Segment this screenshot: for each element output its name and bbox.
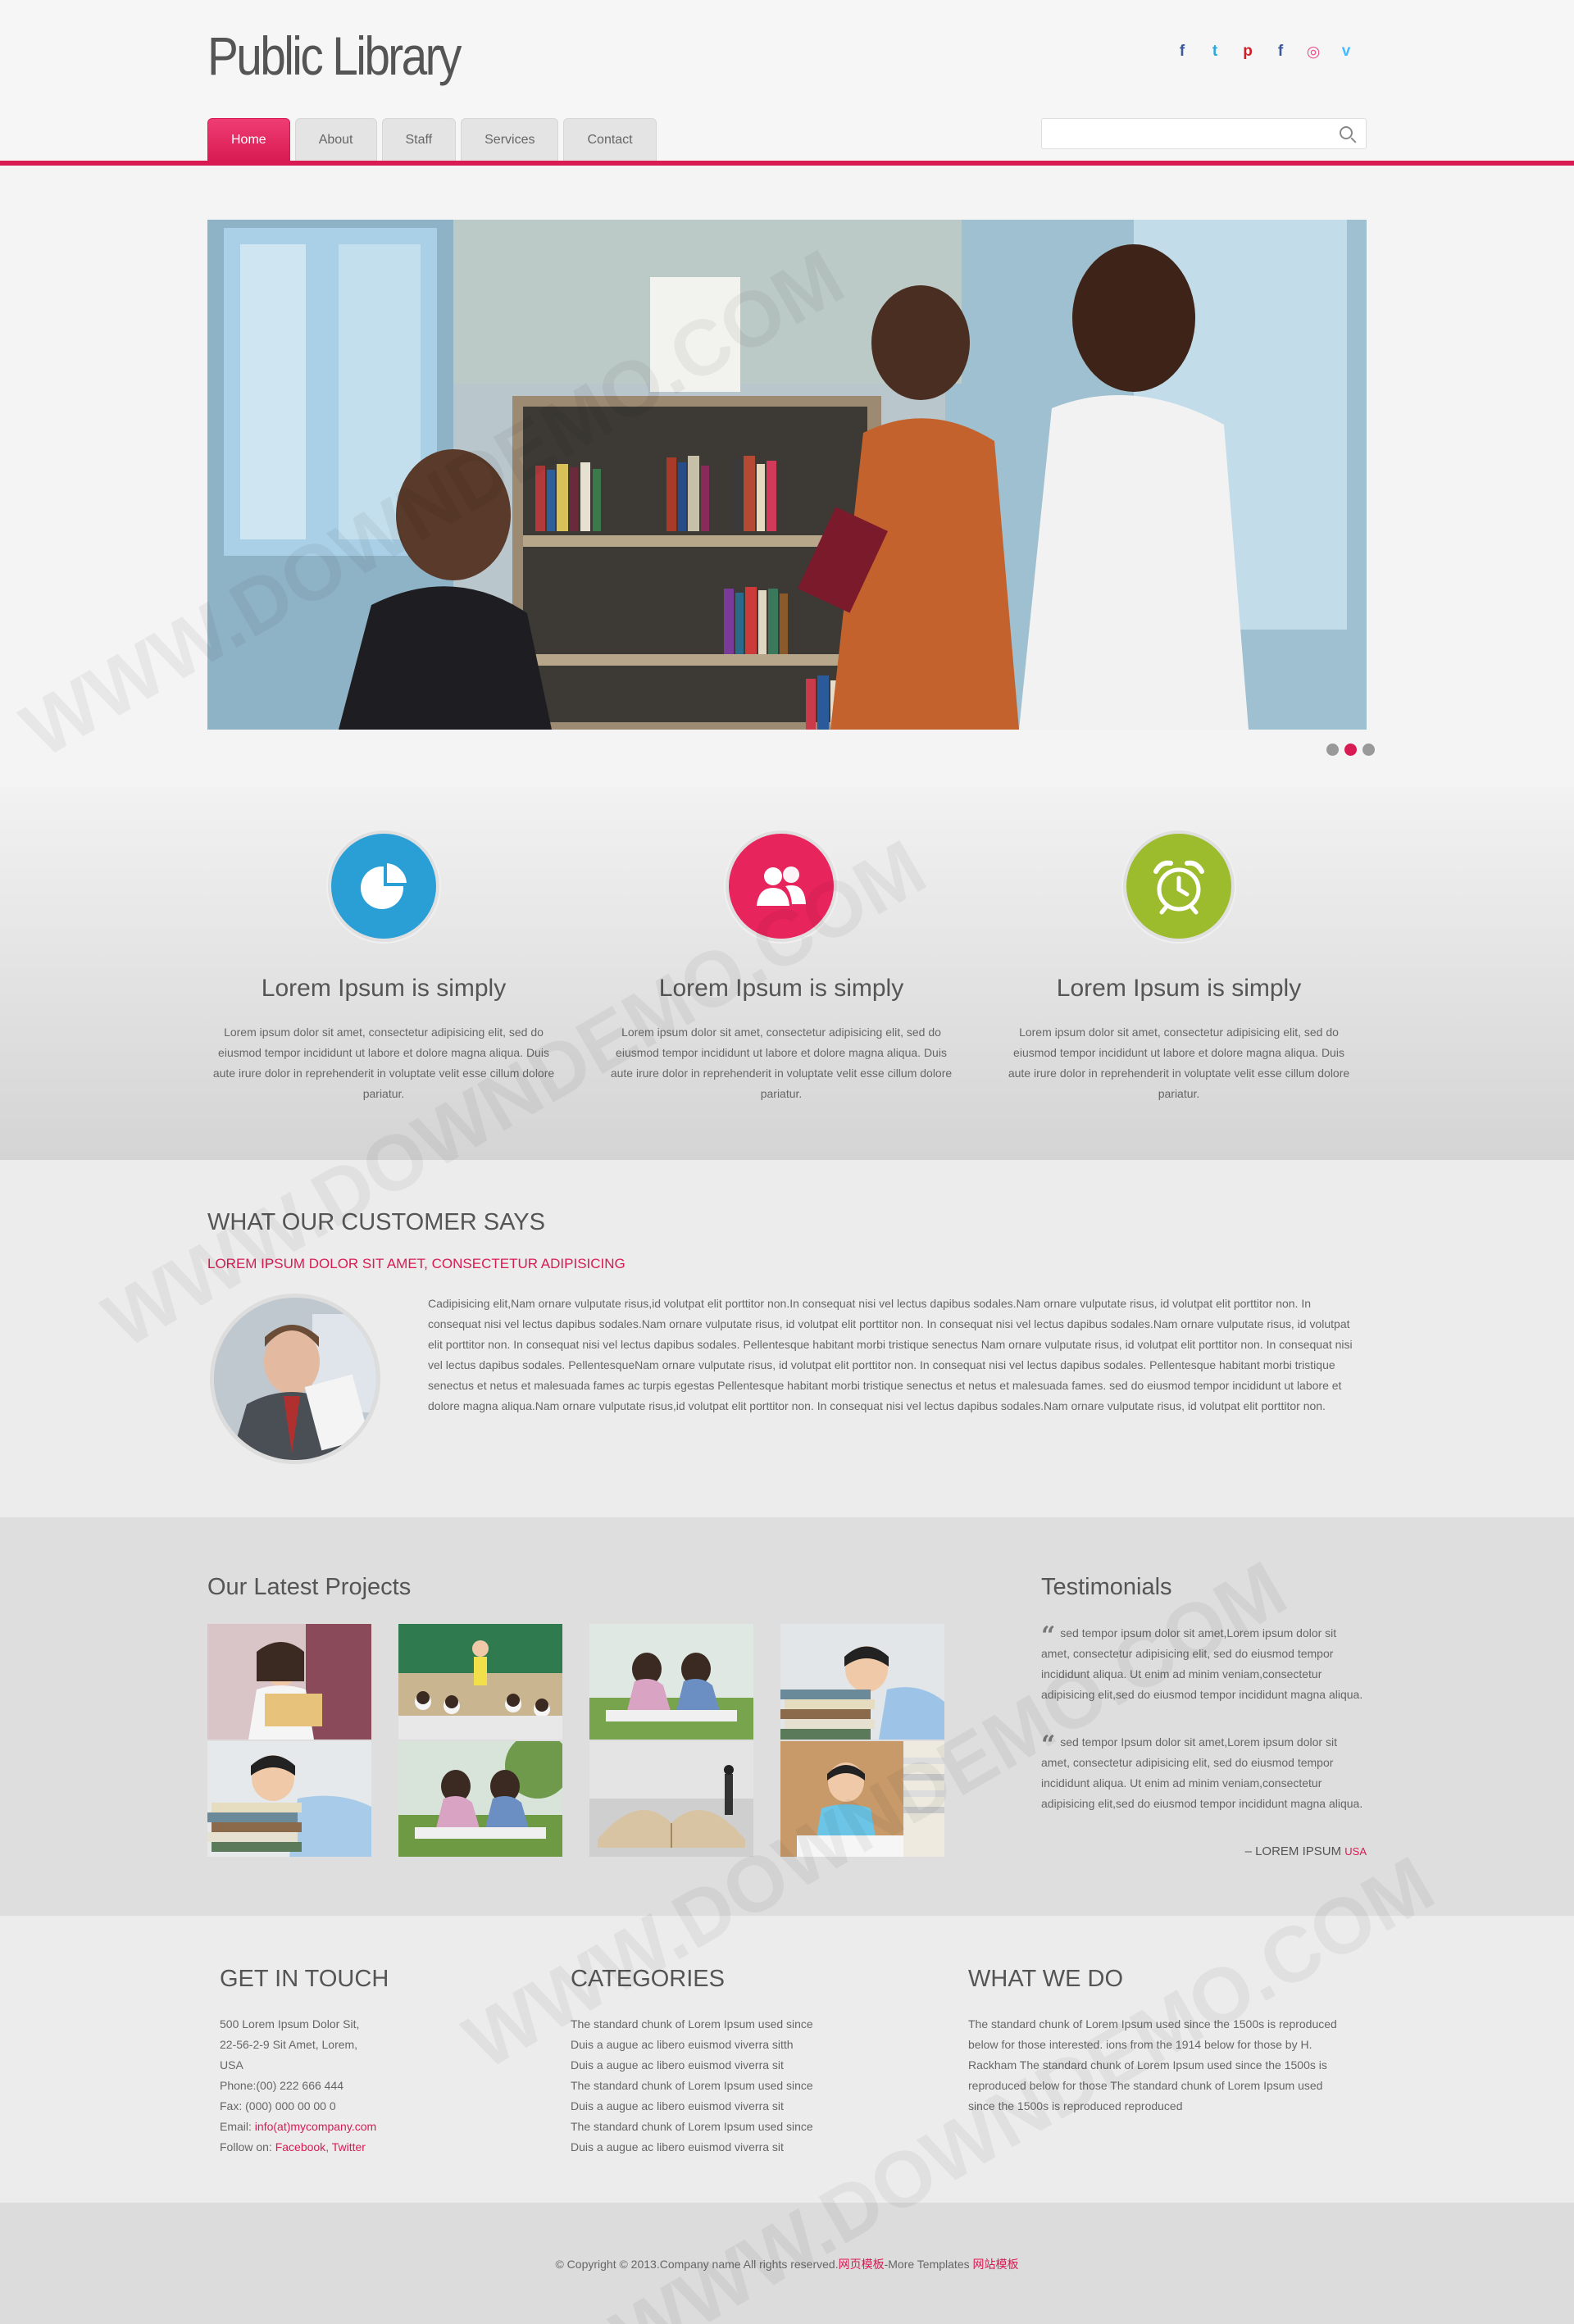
users-icon[interactable] xyxy=(726,830,837,942)
whatwedo-column: WHAT WE DO The standard chunk of Lorem I… xyxy=(968,1966,1337,2117)
twitter-icon[interactable]: t xyxy=(1199,43,1231,61)
more-templates-link[interactable]: 网站模板 xyxy=(973,2258,1019,2271)
testimonials-title: Testimonials xyxy=(1041,1574,1172,1600)
project-thumbnail[interactable] xyxy=(207,1624,371,1740)
address-line: USA xyxy=(220,2058,243,2072)
follow-label: Follow on: xyxy=(220,2140,275,2153)
author-location: USA xyxy=(1344,1845,1367,1858)
address-line: 22-56-2-9 Sit Amet, Lorem, xyxy=(220,2038,358,2051)
slider-dot-active[interactable] xyxy=(1344,744,1357,756)
phone: Phone:(00) 222 666 444 xyxy=(220,2079,344,2092)
project-thumbnail[interactable] xyxy=(780,1741,944,1857)
project-thumbnail[interactable] xyxy=(398,1624,562,1740)
main-nav: Home About Staff Services Contact xyxy=(207,118,657,161)
customer-subtitle: LOREM IPSUM DOLOR SIT AMET, CONSECTETUR … xyxy=(207,1256,626,1271)
customer-quote-text: Cadipisicing elit,Nam ornare vulputate r… xyxy=(428,1297,1353,1412)
email-line: Email: info(at)mycompany.com xyxy=(220,2117,531,2137)
testimonial-author: – LOREM IPSUM USA xyxy=(1041,1844,1367,1858)
slider-dots xyxy=(1326,744,1375,756)
separator: , xyxy=(325,2140,332,2153)
feature-card: Lorem Ipsum is simply Lorem ipsum dolor … xyxy=(605,830,958,1104)
fax: Fax: (000) 000 00 00 0 xyxy=(220,2099,336,2113)
project-thumbnail[interactable] xyxy=(589,1624,753,1740)
project-gallery xyxy=(207,1624,944,1857)
slider-dot[interactable] xyxy=(1362,744,1375,756)
feature-text: Lorem ipsum dolor sit amet, consectetur … xyxy=(212,1026,555,1100)
email-label: Email: xyxy=(220,2120,255,2133)
library-photo xyxy=(207,220,1367,730)
copyright-text: © Copyright © 2013.Company name All righ… xyxy=(0,2256,1574,2272)
category-link[interactable]: Duis a augue ac libero euismod viverra s… xyxy=(571,2055,915,2076)
hero-slider-image xyxy=(207,220,1367,730)
nav-underline xyxy=(0,161,1574,166)
feature-title: Lorem Ipsum is simply xyxy=(261,975,507,1002)
quote-icon: “ xyxy=(1041,1621,1056,1650)
nav-services[interactable]: Services xyxy=(461,118,559,161)
category-link[interactable]: Duis a augue ac libero euismod viverra s… xyxy=(571,2137,915,2158)
facebook-icon[interactable]: f xyxy=(1264,43,1297,61)
category-link[interactable]: The standard chunk of Lorem Ipsum used s… xyxy=(571,2076,915,2096)
facebook-link[interactable]: Facebook xyxy=(275,2140,325,2153)
author-name: – LOREM IPSUM xyxy=(1244,1844,1342,1858)
category-link[interactable]: The standard chunk of Lorem Ipsum used s… xyxy=(571,2117,915,2137)
project-thumbnail[interactable] xyxy=(398,1741,562,1857)
pinterest-icon[interactable]: p xyxy=(1231,43,1264,61)
search-icon[interactable] xyxy=(1340,126,1353,139)
testimonial-quote: “sed tempor Ipsum dolor sit amet,Lorem i… xyxy=(1041,1732,1367,1814)
follow-line: Follow on: Facebook, Twitter xyxy=(220,2137,531,2158)
feature-card: Lorem Ipsum is simply Lorem ipsum dolor … xyxy=(1003,830,1355,1104)
category-link[interactable]: Duis a augue ac libero euismod viverra s… xyxy=(571,2096,915,2117)
nav-home[interactable]: Home xyxy=(207,118,290,161)
project-thumbnail[interactable] xyxy=(780,1624,944,1740)
site-logo[interactable]: Public Library xyxy=(207,25,462,87)
categories-title: CATEGORIES xyxy=(571,1966,725,1992)
quote-icon: “ xyxy=(1041,1730,1056,1759)
feature-title: Lorem Ipsum is simply xyxy=(1056,975,1302,1002)
twitter-link[interactable]: Twitter xyxy=(332,2140,366,2153)
template-link[interactable]: 网页模板 xyxy=(839,2258,885,2271)
whatwedo-text: The standard chunk of Lorem Ipsum used s… xyxy=(968,2017,1337,2113)
social-links: f t p f ◎ v xyxy=(1166,43,1362,61)
avatar xyxy=(210,1294,380,1464)
nav-contact[interactable]: Contact xyxy=(563,118,657,161)
projects-title: Our Latest Projects xyxy=(207,1574,412,1600)
email-link[interactable]: info(at)mycompany.com xyxy=(255,2120,376,2133)
testimonial-text: sed tempor ipsum dolor sit amet,Lorem ip… xyxy=(1041,1626,1363,1701)
feature-card: Lorem Ipsum is simply Lorem ipsum dolor … xyxy=(207,830,560,1104)
nav-about[interactable]: About xyxy=(294,118,377,161)
feature-text: Lorem ipsum dolor sit amet, consectetur … xyxy=(1008,1026,1350,1100)
category-link[interactable]: The standard chunk of Lorem Ipsum used s… xyxy=(571,2014,915,2035)
feature-text: Lorem ipsum dolor sit amet, consectetur … xyxy=(610,1026,953,1100)
customer-title: WHAT OUR CUSTOMER SAYS xyxy=(207,1209,545,1235)
nav-staff[interactable]: Staff xyxy=(381,118,457,161)
vimeo-icon[interactable]: v xyxy=(1330,43,1362,61)
slider-dot[interactable] xyxy=(1326,744,1339,756)
address-line: 500 Lorem Ipsum Dolor Sit, xyxy=(220,2017,360,2031)
testimonial-text: sed tempor Ipsum dolor sit amet,Lorem ip… xyxy=(1041,1735,1363,1810)
copyright-label: © Copyright © 2013.Company name All righ… xyxy=(555,2258,839,2271)
category-link[interactable]: Duis a augue ac libero euismod viverra s… xyxy=(571,2035,915,2055)
project-thumbnail[interactable] xyxy=(207,1741,371,1857)
alarm-clock-icon[interactable] xyxy=(1123,830,1235,942)
whatwedo-title: WHAT WE DO xyxy=(968,1966,1124,1992)
copyright-middle: -More Templates xyxy=(884,2258,973,2271)
search-input[interactable] xyxy=(1041,118,1367,149)
feature-title: Lorem Ipsum is simply xyxy=(658,975,904,1002)
contact-title: GET IN TOUCH xyxy=(220,1966,389,1992)
testimonial-quote: “sed tempor ipsum dolor sit amet,Lorem i… xyxy=(1041,1623,1367,1705)
contact-column: GET IN TOUCH 500 Lorem Ipsum Dolor Sit, … xyxy=(220,1966,531,2158)
dribbble-icon[interactable]: ◎ xyxy=(1297,43,1330,61)
project-thumbnail[interactable] xyxy=(589,1741,753,1857)
categories-column: CATEGORIES The standard chunk of Lorem I… xyxy=(571,1966,915,2158)
facebook-icon[interactable]: f xyxy=(1166,43,1199,61)
pie-chart-icon[interactable] xyxy=(328,830,439,942)
